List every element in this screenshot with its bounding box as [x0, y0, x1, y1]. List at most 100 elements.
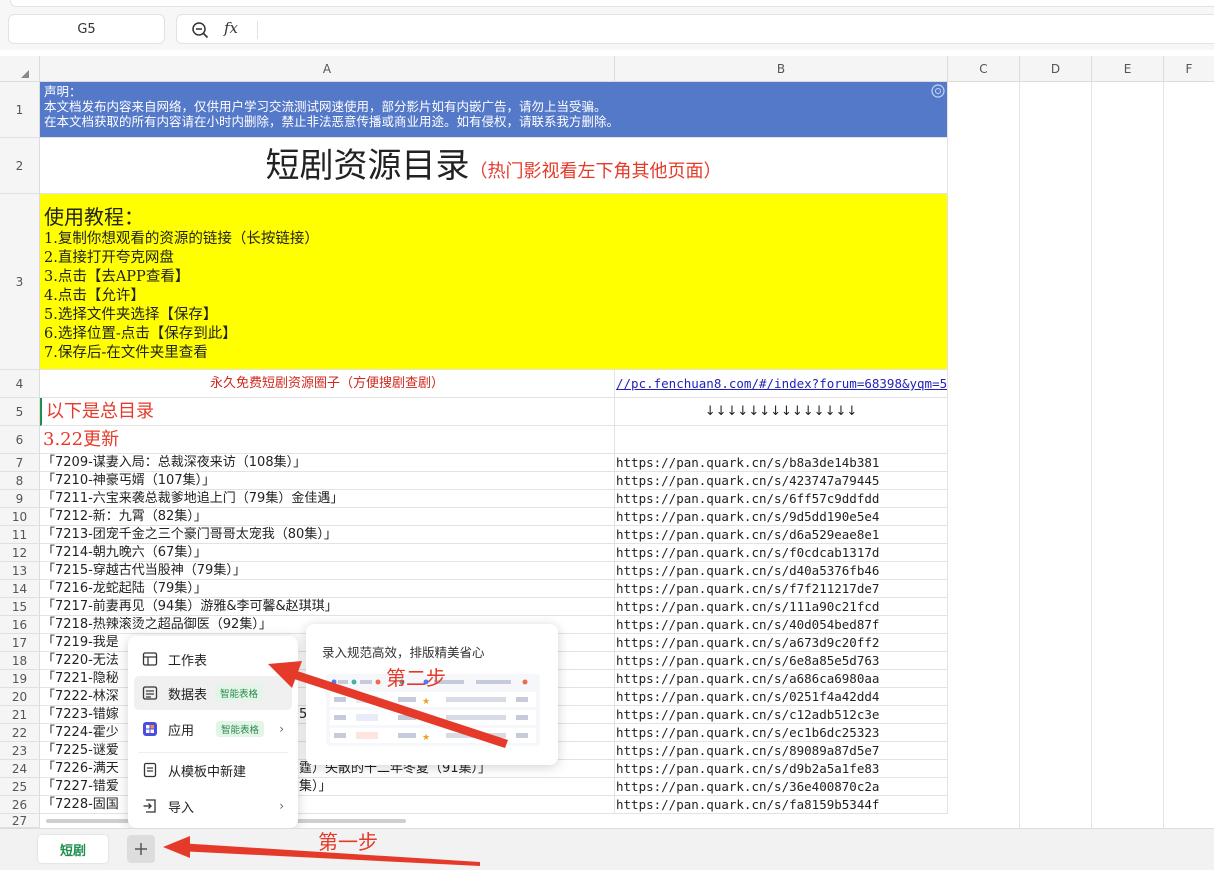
column-header-a[interactable]: A [40, 56, 615, 82]
drama-link-cell[interactable]: https://pan.quark.cn/s/111a90c21fcd [615, 598, 948, 616]
row-header[interactable]: 24 [0, 760, 40, 778]
row-header[interactable]: 25 [0, 778, 40, 796]
title-cell[interactable]: 短剧资源目录（热门影视看左下角其他页面） [40, 138, 948, 194]
row-header[interactable]: 22 [0, 724, 40, 742]
datatable-icon [142, 686, 158, 700]
notice-cell[interactable]: 声明： 本文档发布内容来自网络，仅供用户学习交流测试网速使用，部分影片如有内嵌广… [40, 82, 948, 138]
menu-item-label: 数据表 [168, 687, 208, 703]
row-header[interactable]: 8 [0, 472, 40, 490]
drama-link-cell[interactable]: https://pan.quark.cn/s/fa8159b5344f [615, 796, 948, 814]
row-header[interactable]: 15 [0, 598, 40, 616]
row-header[interactable]: 5 [0, 398, 40, 426]
column-header-d[interactable]: D [1020, 56, 1092, 82]
column-header-c[interactable]: C [948, 56, 1020, 82]
zoom-icon[interactable] [191, 21, 209, 39]
tutorial-step: 1.复制你想观看的资源的链接（长按链接） [44, 231, 319, 247]
arrows-cell[interactable]: ↓↓↓↓↓↓↓↓↓↓↓↓↓↓ [615, 398, 948, 426]
menu-item-app[interactable]: 应用 智能表格 › [134, 712, 292, 746]
toolbar-strip [10, 0, 1214, 7]
name-box[interactable]: G5 [8, 14, 165, 44]
drama-link-cell[interactable]: https://pan.quark.cn/s/a686ca6980aa [615, 670, 948, 688]
tutorial-step: 2.直接打开夸克网盘 [44, 250, 174, 266]
column-header-f[interactable]: F [1164, 56, 1214, 82]
tutorial-cell[interactable]: 使用教程： 1.复制你想观看的资源的链接（长按链接） 2.直接打开夸克网盘 3.… [40, 194, 948, 370]
drama-title-cell[interactable]: 「7215-穿越古代当股神（79集）」 [40, 562, 615, 580]
row-header[interactable]: 13 [0, 562, 40, 580]
drama-link-cell[interactable]: https://pan.quark.cn/s/d9b2a5a1fe83 [615, 760, 948, 778]
row-header[interactable]: 1 [0, 82, 40, 138]
row-header[interactable]: 7 [0, 454, 40, 472]
drama-title-cell[interactable]: 「7214-朝九晚六（67集）」 [40, 544, 615, 562]
row-header[interactable]: 16 [0, 616, 40, 634]
row-header[interactable]: 2 [0, 138, 40, 194]
grid-line [1019, 82, 1020, 828]
chevron-right-icon: › [279, 722, 284, 736]
row-header[interactable]: 11 [0, 526, 40, 544]
drama-link-cell[interactable]: https://pan.quark.cn/s/f7f211217de7 [615, 580, 948, 598]
row-header[interactable]: 14 [0, 580, 40, 598]
drama-title-cell[interactable]: 「7217-前妻再见（94集）游雅&李可馨&赵琪琪」 [40, 598, 615, 616]
drama-link-cell[interactable]: https://pan.quark.cn/s/9d5dd190e5e4 [615, 508, 948, 526]
drama-link-cell[interactable]: https://pan.quark.cn/s/d6a529eae8e1 [615, 526, 948, 544]
community-cell[interactable]: 永久免费短剧资源圈子（方便搜剧查剧） [40, 370, 615, 398]
drama-title-cell[interactable]: 「7212-新：九霄（82集）」 [40, 508, 615, 526]
drama-link-cell[interactable]: https://pan.quark.cn/s/d40a5376fb46 [615, 562, 948, 580]
app-icon [143, 722, 157, 736]
row-header[interactable]: 4 [0, 370, 40, 398]
tutorial-step: 3.点击【去APP查看】 [44, 269, 190, 285]
drama-link-cell[interactable]: https://pan.quark.cn/s/ec1b6dc25323 [615, 724, 948, 742]
community-link[interactable]: //pc.fenchuan8.com/#/index?forum=68398&y… [615, 370, 948, 398]
divider [257, 21, 258, 39]
drama-link-cell[interactable]: https://pan.quark.cn/s/6e8a85e5d763 [615, 652, 948, 670]
row-header[interactable]: 6 [0, 426, 40, 454]
row-header[interactable]: 12 [0, 544, 40, 562]
row-header[interactable]: 3 [0, 194, 40, 370]
drama-link-cell[interactable]: https://pan.quark.cn/s/c12adb512c3e [615, 706, 948, 724]
drama-link-cell[interactable]: https://pan.quark.cn/s/6ff57c9ddfdd [615, 490, 948, 508]
cell-text-fragment: 集）」 [299, 779, 332, 794]
comment-icon[interactable] [931, 84, 945, 98]
drama-title-cell[interactable]: 「7211-六宝来袭总裁爹地追上门（79集）金佳遇」 [40, 490, 615, 508]
drama-link-cell[interactable]: https://pan.quark.cn/s/89089a87d5e7 [615, 742, 948, 760]
column-header-b[interactable]: B [615, 56, 948, 82]
menu-item-worksheet[interactable]: 工作表 [134, 642, 292, 676]
row-header[interactable]: 18 [0, 652, 40, 670]
row-header[interactable]: 19 [0, 670, 40, 688]
empty-cell[interactable] [615, 426, 948, 454]
fx-icon[interactable]: fx [224, 19, 238, 37]
drama-title-cell[interactable]: 「7213-团宠千金之三个豪门哥哥太宠我（80集）」 [40, 526, 615, 544]
drama-link-cell[interactable]: https://pan.quark.cn/s/423747a79445 [615, 472, 948, 490]
row-header[interactable]: 27 [0, 814, 40, 828]
row-header[interactable]: 17 [0, 634, 40, 652]
row-header[interactable]: 21 [0, 706, 40, 724]
title-subtitle: （热门影视看左下角其他页面） [469, 161, 722, 182]
drama-link-cell[interactable]: https://pan.quark.cn/s/b8a3de14b381 [615, 454, 948, 472]
drama-link-cell[interactable]: https://pan.quark.cn/s/40d054bed87f [615, 616, 948, 634]
drama-title-cell[interactable]: 「7216-龙蛇起陆（79集）」 [40, 580, 615, 598]
row-header[interactable]: 20 [0, 688, 40, 706]
add-sheet-button[interactable] [127, 835, 155, 863]
template-icon [143, 762, 157, 778]
update-heading[interactable]: 3.22更新 [40, 426, 615, 454]
tutorial-step: 6.选择位置-点击【保存到此】 [44, 326, 237, 342]
select-all-corner[interactable] [0, 56, 40, 82]
drama-link-cell[interactable]: https://pan.quark.cn/s/0251f4a42dd4 [615, 688, 948, 706]
formula-input[interactable]: fx [176, 14, 1214, 44]
row-header[interactable]: 26 [0, 796, 40, 814]
sheet-tab[interactable]: 短剧 [38, 835, 108, 863]
drama-title-cell[interactable]: 「7228-固国 [40, 796, 615, 814]
row-header[interactable]: 9 [0, 490, 40, 508]
menu-item-from-template[interactable]: 从模板中新建 [134, 753, 292, 787]
drama-title-cell[interactable]: 「7210-神豪丐婿（107集）」 [40, 472, 615, 490]
menu-item-import[interactable]: 导入 › [134, 789, 292, 823]
row-header[interactable]: 23 [0, 742, 40, 760]
drama-link-cell[interactable]: https://pan.quark.cn/s/36e400870c2a [615, 778, 948, 796]
drama-link-cell[interactable]: https://pan.quark.cn/s/f0cdcab1317d [615, 544, 948, 562]
column-header-e[interactable]: E [1092, 56, 1164, 82]
notice-line: 本文档发布内容来自网络，仅供用户学习交流测试网速使用，部分影片如有内嵌广告，请勿… [44, 99, 607, 114]
drama-title-cell[interactable]: 「7209-谋妻入局：总裁深夜来访（108集）」 [40, 454, 615, 472]
menu-item-datatable[interactable]: 数据表 智能表格 [134, 676, 292, 710]
drama-link-cell[interactable]: https://pan.quark.cn/s/a673d9c20ff2 [615, 634, 948, 652]
directory-heading[interactable]: 以下是总目录 [40, 398, 615, 426]
row-header[interactable]: 10 [0, 508, 40, 526]
